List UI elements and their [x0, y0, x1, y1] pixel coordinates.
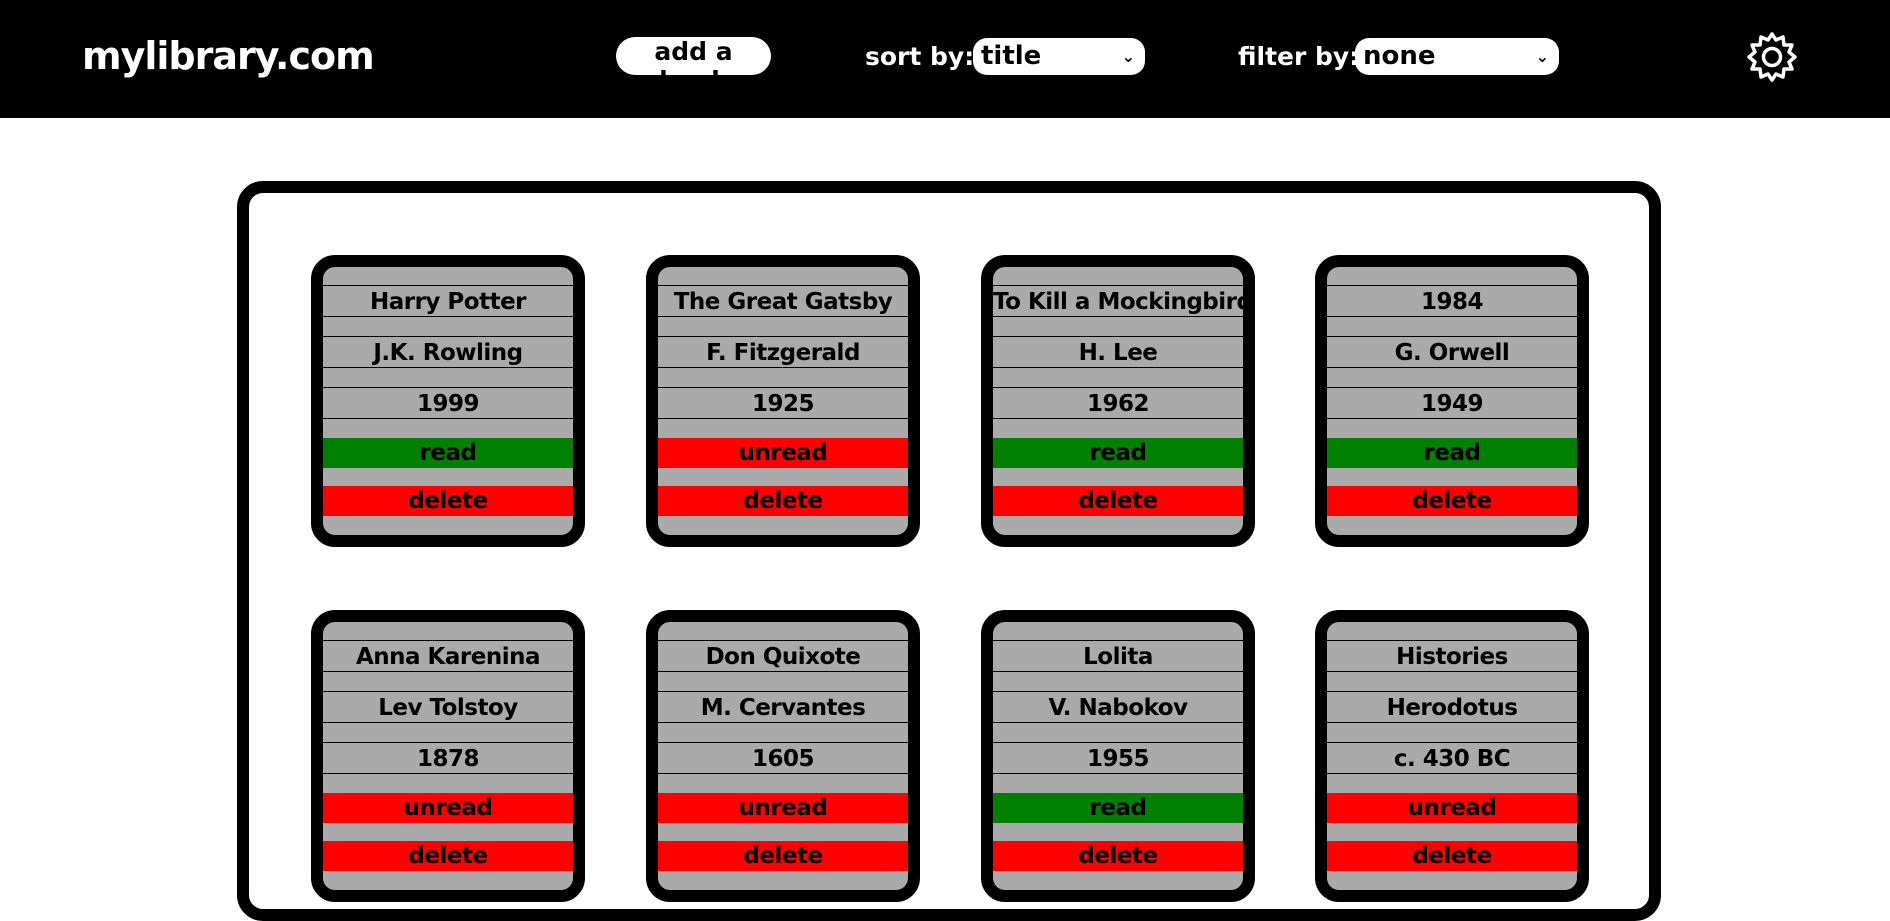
book-author: Herodotus	[1327, 691, 1577, 723]
read-status-button[interactable]: read	[993, 793, 1243, 823]
book-card: Histories Herodotus c. 430 BC unread delete	[1315, 610, 1589, 902]
filter-select-value: none	[1363, 41, 1436, 71]
book-card: Anna Karenina Lev Tolstoy 1878 unread delete	[311, 610, 585, 902]
book-author: Lev Tolstoy	[323, 691, 573, 723]
book-author: H. Lee	[993, 336, 1243, 368]
chevron-down-icon: ⌄	[1121, 47, 1135, 66]
filter-select[interactable]: none ⌄	[1355, 38, 1559, 75]
book-author: G. Orwell	[1327, 336, 1577, 368]
read-status-button[interactable]: read	[993, 438, 1243, 468]
book-title: Harry Potter	[323, 285, 573, 317]
book-author: J.K. Rowling	[323, 336, 573, 368]
read-status-button[interactable]: unread	[658, 438, 908, 468]
delete-button[interactable]: delete	[993, 486, 1243, 516]
book-year: 1955	[993, 742, 1243, 774]
site-logo[interactable]: mylibrary.com	[82, 34, 375, 78]
delete-button[interactable]: delete	[658, 486, 908, 516]
read-status-button[interactable]: unread	[1327, 793, 1577, 823]
book-card: Lolita V. Nabokov 1955 read delete	[981, 610, 1255, 902]
delete-button[interactable]: delete	[323, 841, 573, 871]
book-card: Don Quixote M. Cervantes 1605 unread delete	[646, 610, 920, 902]
delete-button[interactable]: delete	[658, 841, 908, 871]
book-title: Anna Karenina	[323, 640, 573, 672]
book-year: 1878	[323, 742, 573, 774]
sort-select-value: title	[981, 41, 1042, 71]
read-status-button[interactable]: unread	[323, 793, 573, 823]
sort-select[interactable]: title ⌄	[973, 38, 1145, 75]
chevron-down-icon: ⌄	[1535, 47, 1549, 66]
delete-button[interactable]: delete	[1327, 841, 1577, 871]
book-year: 1999	[323, 387, 573, 419]
add-book-button[interactable]: add a book	[616, 37, 771, 95]
delete-button[interactable]: delete	[1327, 486, 1577, 516]
book-year: 1605	[658, 742, 908, 774]
read-status-button[interactable]: unread	[658, 793, 908, 823]
book-year: 1949	[1327, 387, 1577, 419]
sort-label: sort by:	[865, 42, 975, 71]
book-title: To Kill a Mockingbird	[993, 285, 1243, 317]
book-title: The Great Gatsby	[658, 285, 908, 317]
book-author: V. Nabokov	[993, 691, 1243, 723]
book-year: 1962	[993, 387, 1243, 419]
header-bar: mylibrary.com add a book sort by: title …	[0, 0, 1890, 118]
book-author: M. Cervantes	[658, 691, 908, 723]
filter-label: filter by:	[1238, 42, 1360, 71]
read-status-button[interactable]: read	[1327, 438, 1577, 468]
book-card: Harry Potter J.K. Rowling 1999 read delete	[311, 255, 585, 547]
book-card: To Kill a Mockingbird H. Lee 1962 read delet…	[981, 255, 1255, 547]
gear-icon[interactable]	[1745, 30, 1799, 84]
delete-button[interactable]: delete	[323, 486, 573, 516]
book-title: Lolita	[993, 640, 1243, 672]
book-year: 1925	[658, 387, 908, 419]
delete-button[interactable]: delete	[993, 841, 1243, 871]
book-title: Histories	[1327, 640, 1577, 672]
book-year: c. 430 BC	[1327, 742, 1577, 774]
book-title: Don Quixote	[658, 640, 908, 672]
book-card: The Great Gatsby F. Fitzgerald 1925 unread d…	[646, 255, 920, 547]
book-title: 1984	[1327, 285, 1577, 317]
read-status-button[interactable]: read	[323, 438, 573, 468]
book-card: 1984 G. Orwell 1949 read delete	[1315, 255, 1589, 547]
book-author: F. Fitzgerald	[658, 336, 908, 368]
